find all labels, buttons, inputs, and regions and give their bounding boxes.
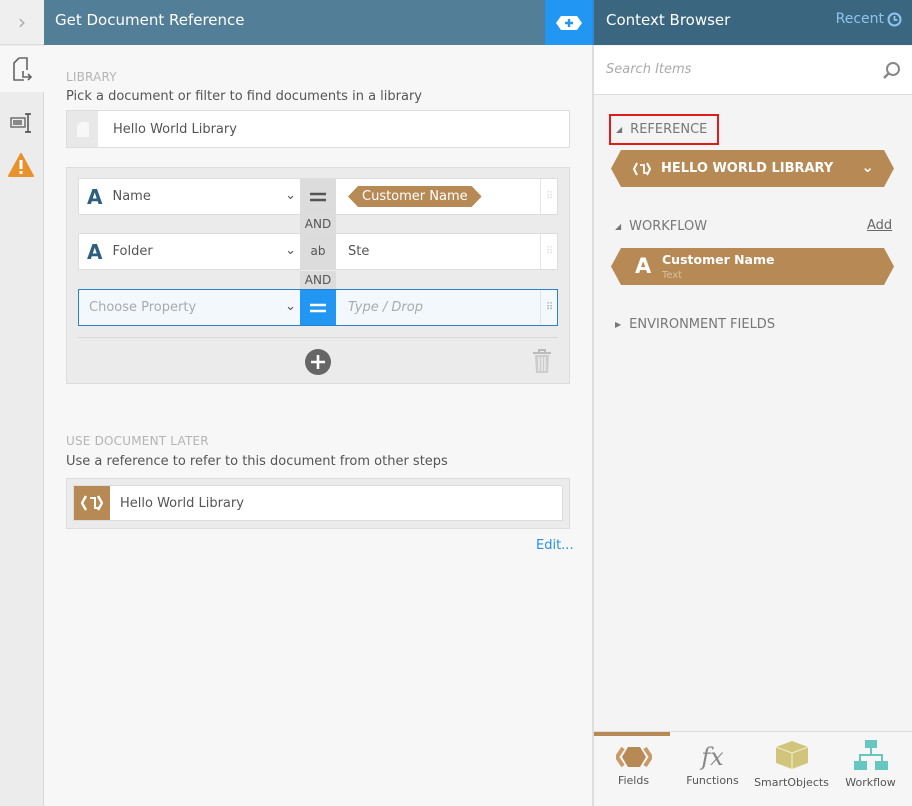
workflow-item-type: Text [662, 270, 683, 281]
cube-icon [775, 741, 808, 769]
tab-fields[interactable]: Fields [594, 732, 673, 806]
drag-handle[interactable]: ⠿ [540, 234, 557, 269]
filter-row: A Folder ⌄ ab Ste ⠿ [78, 233, 558, 270]
workflow-tree-icon [853, 740, 888, 770]
workflow-item[interactable]: A Customer Name Text [611, 248, 894, 285]
add-filter-button[interactable] [305, 349, 331, 379]
library-picker[interactable]: Hello World Library [66, 110, 570, 148]
value-placeholder: Type / Drop [348, 300, 423, 315]
value-field[interactable]: Ste [336, 234, 540, 269]
property-dropdown[interactable]: A Name ⌄ [79, 179, 300, 214]
contains-ab-icon: ab [310, 243, 326, 258]
collapse-triangle-icon: ◢ [616, 125, 623, 134]
value-text: Ste [348, 244, 370, 259]
section-label: REFERENCE [630, 122, 708, 137]
value-input[interactable]: Type / Drop [336, 290, 540, 325]
tab-smartobjects[interactable]: SmartObjects [752, 732, 831, 806]
text-type-icon: A [635, 254, 652, 278]
section-workflow[interactable]: ◢ WORKFLOW [615, 219, 707, 234]
edit-link[interactable]: Edit... [536, 538, 574, 553]
tab-functions[interactable]: fx Functions [673, 732, 752, 806]
fields-icon [615, 746, 652, 768]
property-dropdown[interactable]: A Folder ⌄ [79, 234, 300, 269]
chevron-down-icon: ⌄ [285, 188, 296, 203]
library-value: Hello World Library [113, 122, 237, 137]
property-value: Folder [112, 244, 153, 259]
chevron-down-icon[interactable]: ⌄ [861, 158, 874, 176]
text-type-icon: A [87, 184, 103, 209]
warning-icon[interactable] [8, 153, 34, 181]
section-environment-fields[interactable]: ▶ ENVIRONMENT FIELDS [615, 317, 775, 332]
value-field[interactable]: Customer Name [336, 179, 540, 214]
context-browser-title: Context Browser Recent [592, 0, 912, 45]
reference-item[interactable]: HELLO WORLD LIBRARY ⌄ [611, 150, 894, 187]
clock-icon [887, 12, 902, 26]
plus-badge-icon [555, 15, 582, 30]
drag-handle[interactable]: ⠿ [540, 290, 557, 325]
expand-triangle-icon: ▶ [615, 320, 622, 329]
property-placeholder: Choose Property [89, 300, 197, 315]
reference-value: Hello World Library [120, 496, 244, 511]
filter-row: A Name ⌄ Customer Name ⠿ [78, 178, 558, 215]
tab-label: Fields [617, 774, 650, 787]
document-reference-tab[interactable] [0, 46, 44, 92]
reference-item-label: HELLO WORLD LIBRARY [661, 161, 834, 176]
drag-handle[interactable]: ⠿ [540, 179, 557, 214]
document-icon [67, 111, 98, 147]
property-value: Name [112, 189, 151, 204]
collapse-triangle-icon: ◢ [615, 222, 622, 231]
add-reference-button[interactable] [545, 0, 592, 45]
input-field-icon[interactable] [10, 112, 34, 138]
plus-circle-icon [305, 349, 331, 375]
delete-filter-button[interactable] [532, 348, 552, 378]
search-icon[interactable] [882, 61, 902, 81]
library-description: Pick a document or filter to find docume… [66, 89, 422, 104]
context-tabs: Fields fx Functions SmartObjects Workflow [594, 731, 912, 806]
and-joiner: AND [300, 215, 336, 233]
divider [78, 337, 558, 338]
panel-title: Get Document Reference [44, 0, 545, 45]
workflow-add-link[interactable]: Add [867, 218, 892, 233]
context-browser-title-text: Context Browser [606, 11, 731, 29]
contains-operator[interactable]: ab [300, 234, 336, 269]
equals-operator[interactable] [300, 290, 336, 325]
recent-button[interactable]: Recent [836, 11, 902, 27]
use-later-label: USE DOCUMENT LATER [66, 434, 209, 448]
search-placeholder: Search Items [606, 62, 692, 77]
document-arrow-icon [13, 57, 33, 81]
use-later-description: Use a reference to refer to this documen… [66, 454, 448, 469]
section-label: ENVIRONMENT FIELDS [629, 317, 776, 332]
equals-operator[interactable] [300, 179, 336, 214]
and-joiner: AND [300, 271, 336, 289]
chevron-down-icon: ⌄ [285, 299, 296, 314]
section-label: WORKFLOW [629, 219, 708, 234]
section-reference[interactable]: ◢ REFERENCE [609, 114, 719, 145]
reference-field[interactable]: Hello World Library [73, 485, 563, 521]
text-type-icon: A [87, 239, 103, 264]
chevron-down-icon: ⌄ [285, 243, 296, 258]
tab-label: Functions [686, 774, 739, 787]
filter-row-new: Choose Property ⌄ Type / Drop ⠿ [78, 289, 558, 326]
recent-label: Recent [835, 11, 884, 27]
reference-container: Hello World Library [66, 478, 570, 529]
search-input[interactable]: Search Items [594, 46, 912, 95]
tab-label: SmartObjects [754, 776, 829, 789]
tab-workflow[interactable]: Workflow [831, 732, 910, 806]
trash-icon [533, 349, 551, 373]
customer-name-chip[interactable]: Customer Name [348, 186, 482, 207]
tab-label: Workflow [845, 776, 896, 789]
fx-icon: fx [701, 743, 724, 771]
reference-icon [633, 161, 651, 177]
workflow-item-name: Customer Name [662, 252, 775, 267]
library-label: LIBRARY [66, 70, 117, 84]
choose-property-dropdown[interactable]: Choose Property ⌄ [79, 290, 300, 325]
expand-chevron-icon[interactable]: › [0, 0, 44, 45]
reference-icon [74, 486, 110, 520]
